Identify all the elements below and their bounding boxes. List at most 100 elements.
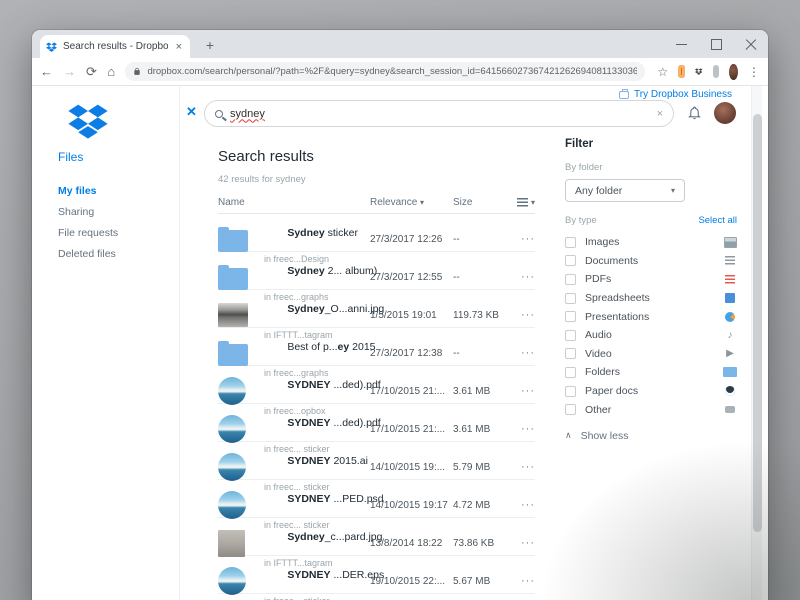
filter-type-item: Spreadsheets — [565, 289, 737, 308]
notifications-bell-icon[interactable] — [687, 105, 702, 121]
file-name: Sydney_O...anni.jpg — [264, 290, 370, 329]
tab-close-icon[interactable]: × — [174, 41, 184, 53]
try-dropbox-business-label: Try Dropbox Business — [634, 89, 732, 100]
row-menu-button[interactable]: ··· — [508, 271, 535, 283]
spreadsheets-icon — [723, 293, 737, 303]
other-icon — [723, 406, 737, 413]
search-input[interactable]: sydney × — [204, 100, 674, 127]
harbor-thumbnail-icon — [218, 491, 246, 519]
row-menu-button[interactable]: ··· — [508, 423, 535, 435]
view-caret-icon: ▾ — [531, 198, 535, 207]
filter-type-label[interactable]: Spreadsheets — [585, 292, 714, 304]
show-less-button[interactable]: ∧ Show less — [565, 430, 737, 442]
maximize-icon[interactable] — [710, 38, 723, 51]
video-icon: ▶ — [723, 348, 737, 359]
dropbox-logo-icon[interactable] — [68, 103, 108, 139]
browser-profile-avatar[interactable] — [729, 64, 738, 80]
sidebar-section-files[interactable]: Files — [58, 150, 83, 164]
page-scrollbar[interactable] — [751, 86, 762, 600]
reload-icon[interactable]: ⟳ — [86, 64, 97, 80]
checkbox[interactable] — [565, 255, 576, 266]
file-date: 13/8/2014 18:22 — [370, 538, 453, 549]
minimize-icon[interactable] — [675, 38, 688, 51]
browser-menu-icon[interactable]: ⋮ — [748, 65, 760, 79]
filter-type-label[interactable]: Documents — [585, 255, 714, 267]
checkbox[interactable] — [565, 348, 576, 359]
new-tab-button[interactable]: + — [200, 36, 220, 56]
file-date: 19/10/2015 22:... — [370, 576, 453, 587]
table-row[interactable]: Sydney_O...anni.jpg in IFTTT...tagram 1/… — [218, 290, 535, 328]
table-row[interactable]: Sydney 2... album) in freec...graphs 27/… — [218, 252, 535, 290]
table-row[interactable]: SYDNEY ...ded).pdf in freec... sticker 1… — [218, 404, 535, 442]
file-name: SYDNEY ...RDER.ai — [264, 594, 370, 600]
file-date: 27/3/2017 12:55 — [370, 272, 453, 283]
checkbox[interactable] — [565, 237, 576, 248]
table-row[interactable]: SYDNEY ...RDER.ai 19/10/2015 22:... 3.61… — [218, 594, 535, 600]
filter-type-label[interactable]: Video — [585, 348, 714, 360]
row-menu-button[interactable]: ··· — [508, 537, 535, 549]
generic-extension-icon[interactable] — [713, 65, 720, 78]
scrollbar-thumb[interactable] — [753, 114, 762, 532]
harbor-thumbnail-icon — [218, 453, 246, 481]
url-text: dropbox.com/search/personal/?path=%2F&qu… — [147, 66, 637, 77]
checkbox[interactable] — [565, 293, 576, 304]
row-menu-button[interactable]: ··· — [508, 499, 535, 511]
filter-type-label[interactable]: Images — [585, 236, 714, 248]
filter-type-label[interactable]: Paper docs — [585, 385, 714, 397]
close-window-icon[interactable] — [745, 38, 758, 51]
checkbox[interactable] — [565, 367, 576, 378]
forward-icon[interactable]: → — [63, 64, 76, 79]
browser-tab[interactable]: Search results - Dropbox × — [40, 35, 190, 58]
row-menu-button[interactable]: ··· — [508, 309, 535, 321]
filter-type-label[interactable]: Audio — [585, 329, 714, 341]
row-menu-button[interactable]: ··· — [508, 575, 535, 587]
sidebar-item-my-files[interactable]: My files — [58, 185, 118, 197]
home-icon[interactable]: ⌂ — [107, 64, 116, 79]
paper-docs-icon — [723, 386, 737, 396]
folders-icon — [723, 367, 737, 377]
sidebar-item-sharing[interactable]: Sharing — [58, 206, 118, 218]
table-row[interactable]: SYDNEY 2015.ai in freec... sticker 14/10… — [218, 442, 535, 480]
checkbox[interactable] — [565, 274, 576, 285]
dropbox-extension-icon[interactable] — [695, 65, 702, 78]
table-row[interactable]: SYDNEY ...DER.eps in freec... sticker 19… — [218, 556, 535, 594]
sidebar-item-deleted-files[interactable]: Deleted files — [58, 248, 118, 260]
briefcase-icon — [619, 91, 629, 99]
checkbox[interactable] — [565, 311, 576, 322]
images-icon — [723, 237, 737, 248]
filter-type-label[interactable]: Presentations — [585, 311, 714, 323]
clear-search-icon[interactable]: × — [657, 108, 663, 120]
table-row[interactable]: Sydney sticker in freec...Design 27/3/20… — [218, 214, 535, 252]
account-avatar[interactable] — [714, 102, 736, 124]
column-relevance[interactable]: Relevance ▾ — [370, 197, 453, 208]
try-dropbox-business-link[interactable]: Try Dropbox Business — [619, 89, 732, 100]
orange-extension-icon[interactable] — [678, 65, 685, 78]
table-row[interactable]: Sydney_c...pard.jpg in IFTTT...tagram 13… — [218, 518, 535, 556]
checkbox[interactable] — [565, 330, 576, 341]
close-search-icon[interactable]: ✕ — [186, 104, 197, 120]
file-size: -- — [453, 234, 508, 245]
row-menu-button[interactable]: ··· — [508, 385, 535, 397]
table-row[interactable]: SYDNEY ...ded).pdf in freec...opbox 17/1… — [218, 366, 535, 404]
filter-type-label[interactable]: Folders — [585, 366, 714, 378]
row-menu-button[interactable]: ··· — [508, 233, 535, 245]
row-menu-button[interactable]: ··· — [508, 461, 535, 473]
folder-select[interactable]: Any folder ▾ — [565, 179, 685, 202]
harbor-thumbnail-icon — [218, 377, 246, 405]
file-name: SYDNEY ...ded).pdf — [264, 366, 370, 405]
row-menu-button[interactable]: ··· — [508, 347, 535, 359]
tab-title: Search results - Dropbox — [63, 41, 168, 52]
table-row[interactable]: Best of p...ey 2015 in freec...graphs 27… — [218, 328, 535, 366]
back-icon[interactable]: ← — [40, 64, 53, 79]
filter-type-label[interactable]: Other — [585, 404, 714, 416]
checkbox[interactable] — [565, 404, 576, 415]
view-switcher[interactable]: ▾ — [508, 198, 535, 207]
sidebar-item-file-requests[interactable]: File requests — [58, 227, 118, 239]
filter-type-label[interactable]: PDFs — [585, 273, 714, 285]
bookmark-star-icon[interactable]: ☆ — [657, 65, 668, 79]
select-all-link[interactable]: Select all — [698, 215, 737, 226]
filter-type-item: Documents — [565, 252, 737, 271]
table-row[interactable]: SYDNEY ...PED.psd in freec... sticker 14… — [218, 480, 535, 518]
address-bar[interactable]: dropbox.com/search/personal/?path=%2F&qu… — [125, 62, 645, 81]
checkbox[interactable] — [565, 386, 576, 397]
